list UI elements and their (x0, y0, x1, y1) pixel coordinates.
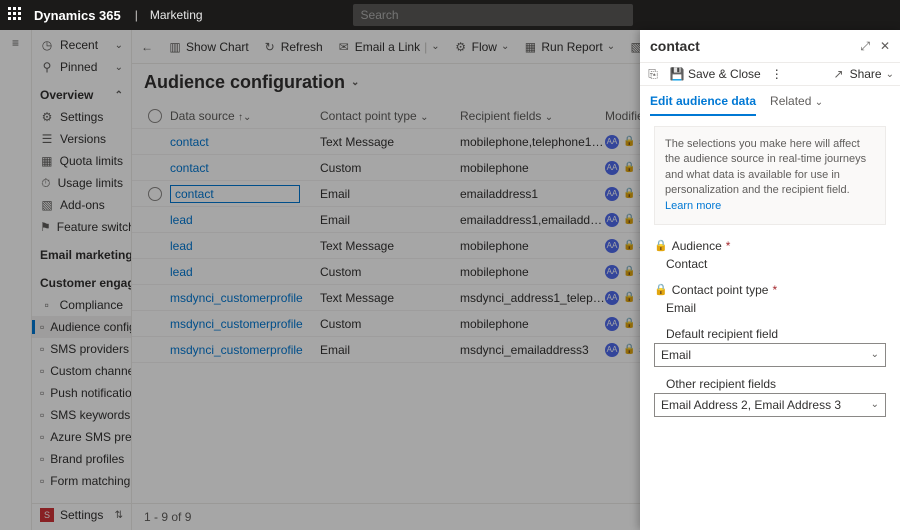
value: Email (661, 348, 691, 362)
overflow-icon[interactable]: ⋮ (771, 67, 783, 81)
label: Save & Close (688, 67, 761, 81)
app-launcher-icon[interactable] (8, 7, 24, 23)
other-recipient-fields-label: Other recipient fields (654, 377, 886, 391)
tab-related[interactable]: Related ⌄ (770, 94, 823, 116)
learn-more-link[interactable]: Learn more (665, 200, 721, 212)
search-input[interactable] (353, 4, 633, 26)
default-recipient-field-select[interactable]: Email ⌄ (654, 343, 886, 367)
popout-icon[interactable]: ⤢ (860, 39, 870, 54)
share-icon: ↗ (832, 67, 846, 81)
contact-point-type-label: 🔒Contact point type* (654, 283, 886, 297)
area-name[interactable]: Marketing (150, 8, 203, 22)
search-wrap (353, 4, 633, 26)
chevron-down-icon: ⌄ (871, 399, 879, 410)
save-close-button[interactable]: 💾 Save & Close (670, 67, 761, 81)
top-bar: Dynamics 365 | Marketing (0, 0, 900, 30)
audience-value: Contact (654, 255, 886, 273)
info-text: The selections you make here will affect… (665, 138, 866, 196)
label: Contact point type (672, 283, 769, 297)
edit-panel: contact ⤢ ✕ ⎘ 💾 Save & Close ⋮ ↗ Share ⌄ Ed… (640, 30, 900, 530)
close-icon[interactable]: ✕ (880, 39, 890, 54)
chevron-down-icon: ⌄ (886, 69, 894, 80)
panel-tabs: Edit audience data Related ⌄ (640, 86, 900, 116)
info-box: The selections you make here will affect… (654, 126, 886, 225)
label: Share (850, 67, 882, 81)
separator: | (135, 8, 138, 22)
chevron-down-icon: ⌄ (871, 349, 879, 360)
save-icon: 💾 (670, 67, 684, 81)
label: Related (770, 94, 811, 108)
label: Audience (672, 239, 722, 253)
new-icon[interactable]: ⎘ (646, 67, 660, 81)
brand-name: Dynamics 365 (34, 8, 121, 23)
chevron-down-icon: ⌄ (815, 97, 823, 108)
share-button[interactable]: ↗ Share ⌄ (832, 67, 894, 81)
audience-label: 🔒Audience* (654, 239, 886, 253)
tab-edit-audience-data[interactable]: Edit audience data (650, 94, 756, 116)
value: Email Address 2, Email Address 3 (661, 398, 841, 412)
contact-point-type-value: Email (654, 299, 886, 317)
lock-icon: 🔒 (654, 283, 668, 296)
panel-command-bar: ⎘ 💾 Save & Close ⋮ ↗ Share ⌄ (640, 62, 900, 86)
panel-title: contact (650, 38, 700, 54)
default-recipient-field-label: Default recipient field (654, 327, 886, 341)
lock-icon: 🔒 (654, 239, 668, 252)
other-recipient-fields-select[interactable]: Email Address 2, Email Address 3 ⌄ (654, 393, 886, 417)
